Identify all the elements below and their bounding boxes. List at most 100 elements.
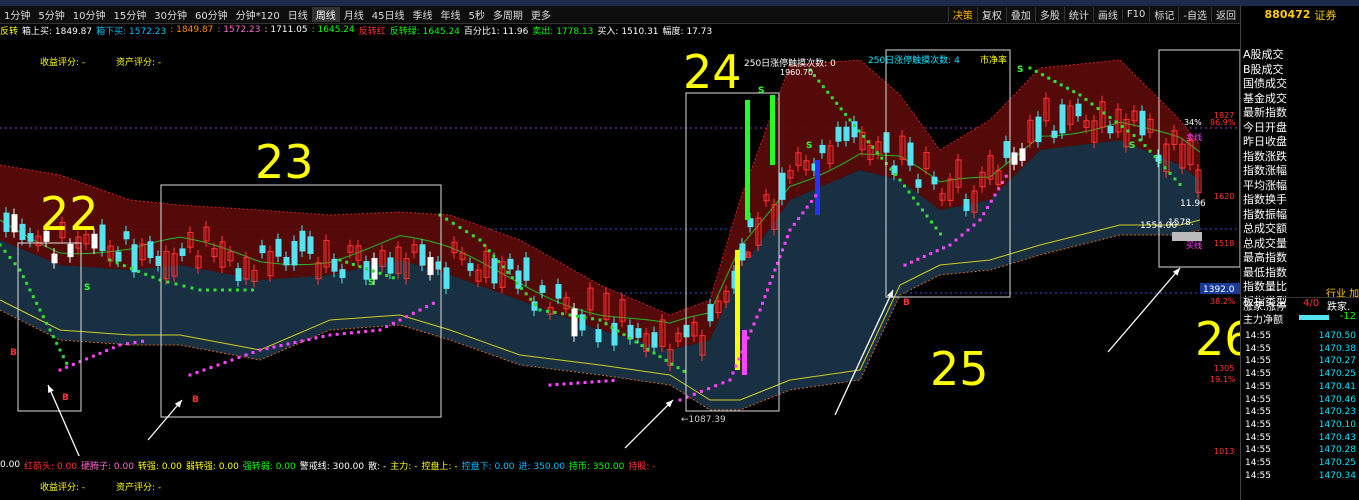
toolbar-button[interactable]: 标记 <box>1149 7 1178 22</box>
trail-dot-green <box>41 315 45 319</box>
trail-dot-green <box>1138 138 1142 142</box>
toolbar-button[interactable]: 复权 <box>976 7 1006 22</box>
quote-field[interactable]: 国债成交 <box>1241 77 1359 92</box>
period-tab[interactable]: 30分钟 <box>150 7 191 22</box>
candle-body <box>371 257 378 280</box>
period-tab[interactable]: 周线 <box>311 7 340 22</box>
period-tab[interactable]: 更多 <box>527 7 555 22</box>
period-tab[interactable]: 季线 <box>409 7 437 22</box>
trade-price: 1470.25 <box>1318 458 1356 469</box>
quote-field[interactable]: 指数振幅 <box>1241 208 1359 223</box>
quote-field[interactable]: A股成交 <box>1241 48 1359 63</box>
quote-field[interactable]: B股成交 <box>1241 63 1359 78</box>
trail-dot-green <box>826 90 830 94</box>
toolbar-button[interactable]: 统计 <box>1063 7 1093 22</box>
toolbar-button[interactable]: F10 <box>1121 9 1149 20</box>
candle-body <box>735 250 740 370</box>
candle-body <box>770 95 775 165</box>
toolbar-button[interactable]: 多股 <box>1034 7 1064 22</box>
trail-dot-green <box>228 288 232 292</box>
trail-dot-green <box>568 313 572 317</box>
trail-dot-pink <box>293 341 297 344</box>
quote-field[interactable]: 平均涨幅 <box>1241 179 1359 194</box>
candle-body <box>299 230 306 252</box>
quote-field[interactable]: 总成交额 <box>1241 222 1359 237</box>
quote-field[interactable]: 基金成交 <box>1241 92 1359 107</box>
stock-code-header[interactable]: 880472 证券 <box>1241 6 1359 23</box>
trail-dot-green <box>515 281 519 285</box>
trail-dot-green <box>371 269 375 273</box>
trail-dot-green <box>652 351 656 355</box>
toolbar-button[interactable]: 返回 <box>1211 7 1240 22</box>
trade-time: 14:55 <box>1245 343 1271 354</box>
trail-dot-pink <box>223 361 227 364</box>
trail-dot-green <box>378 271 382 275</box>
trail-dot-pink <box>126 342 129 346</box>
candle-body <box>1059 104 1066 134</box>
quote-field[interactable]: 总成交量 <box>1241 237 1359 252</box>
period-tab[interactable]: 日线 <box>284 7 312 22</box>
candle-body <box>515 270 522 289</box>
period-tab[interactable]: 年线 <box>437 7 465 22</box>
period-tab[interactable]: 45日线 <box>368 7 409 22</box>
toolbar-button[interactable]: 叠加 <box>1005 7 1035 22</box>
quote-field[interactable]: 最高指数 <box>1241 251 1359 266</box>
period-tab[interactable]: 5分钟 <box>34 7 68 22</box>
trail-dot-pink <box>195 371 199 374</box>
trail-dot-green <box>893 173 897 177</box>
trail-dot-pink <box>265 347 269 350</box>
indicator-value: 控盘下: 0.00 <box>461 461 515 472</box>
trade-row: 14:55 1470.25 <box>1241 368 1359 381</box>
quote-field[interactable]: 今日开盘 <box>1241 121 1359 136</box>
period-tab[interactable]: 分钟*120 <box>232 7 284 22</box>
axis-tick-label: 1620 <box>1214 192 1234 201</box>
candle-body <box>155 255 162 266</box>
quote-field[interactable]: 指数涨幅 <box>1241 164 1359 179</box>
trail-dot-green <box>38 308 42 312</box>
quote-field[interactable]: 最低指数 <box>1241 266 1359 281</box>
period-tab[interactable]: 1分钟 <box>0 7 34 22</box>
trail-dot-green <box>533 303 537 307</box>
trail-dot-green <box>848 118 852 122</box>
trail-dot-pink <box>335 332 339 336</box>
trail-dot-green <box>844 112 848 116</box>
toolbar-button[interactable]: -自选 <box>1178 7 1211 22</box>
toolbar-button[interactable]: 画线 <box>1092 7 1122 22</box>
period-tab[interactable]: 5秒 <box>465 7 489 22</box>
candle-body <box>147 241 154 258</box>
trail-dot-green <box>8 256 12 259</box>
trail-dot-green <box>501 265 505 269</box>
kline-chart[interactable]: 2223242526250日涨停触摸次数: 01960.70250日涨停触摸次数… <box>0 36 1240 456</box>
trail-dot-green <box>510 276 514 280</box>
period-tab[interactable]: 月线 <box>340 7 368 22</box>
trail-dot-green <box>28 288 32 292</box>
trail-dot-pink <box>768 281 772 285</box>
tick-trades-list[interactable]: 14:55 1470.50 14:55 1470.38 14:55 1470.27 14:5… <box>1241 330 1359 482</box>
quote-field[interactable]: 最新指数 <box>1241 106 1359 121</box>
candle-body <box>819 144 826 154</box>
trail-dot-pink <box>721 381 725 385</box>
period-tab[interactable]: 10分钟 <box>69 7 110 22</box>
trade-time: 14:55 <box>1245 458 1271 469</box>
pb-label: 市净率 <box>980 54 1007 66</box>
period-tab[interactable]: 多周期 <box>489 7 527 22</box>
period-tab[interactable]: 15分钟 <box>109 7 150 22</box>
period-tab[interactable]: 60分钟 <box>191 7 232 22</box>
trail-dot-green <box>129 267 133 271</box>
quote-field[interactable]: 指数涨跌 <box>1241 150 1359 165</box>
trail-dot-green <box>912 196 915 200</box>
buy-marker: B <box>903 298 910 308</box>
trail-dot-green <box>385 274 389 278</box>
handwritten-annotation: 23 <box>255 135 314 189</box>
quote-field[interactable]: 昨日收盘 <box>1241 135 1359 150</box>
toolbar-button[interactable]: 决策 <box>947 7 977 22</box>
stock-type: 证券 <box>1314 8 1337 22</box>
trade-price: 1470.23 <box>1318 407 1356 418</box>
trail-dot-pink <box>797 217 801 221</box>
trail-dot-green <box>48 328 52 332</box>
indicator-value: 持股: - <box>628 461 656 472</box>
trail-dot-pink <box>583 381 587 384</box>
trail-dot-pink <box>230 358 234 362</box>
price-label: 1578. <box>1168 218 1194 228</box>
quote-field[interactable]: 指数换手 <box>1241 193 1359 208</box>
